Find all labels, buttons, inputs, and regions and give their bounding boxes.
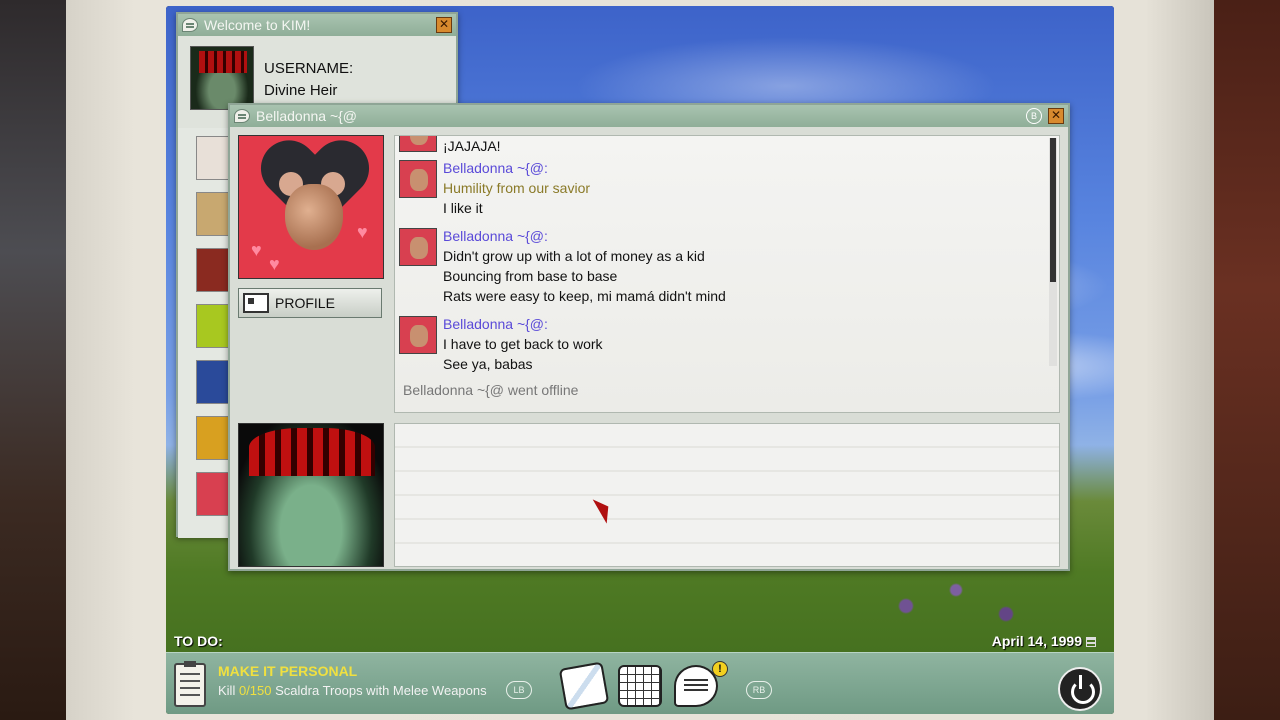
contact-avatar-7[interactable] xyxy=(196,472,230,516)
message-history[interactable]: ¡JAJAJA! Belladonna ~{@: Humility from o… xyxy=(394,135,1060,413)
message-sender: Belladonna ~{@: xyxy=(443,160,548,176)
message-line: Rats were easy to keep, mi mamá didn't m… xyxy=(443,288,726,304)
contact-avatar-large: ♥ ♥ ♥ xyxy=(238,135,384,279)
chat-window-title: Belladonna ~{@ xyxy=(256,108,358,124)
chat-close-button[interactable]: ✕ xyxy=(1048,108,1064,124)
calendar-icon[interactable] xyxy=(618,665,662,707)
small-heart-icon: ♥ xyxy=(269,254,280,274)
chat-bubble-icon xyxy=(182,18,198,32)
date-text: April 14, 1999 xyxy=(991,633,1082,649)
contact-avatar-3[interactable] xyxy=(196,248,230,292)
calendar-small-icon xyxy=(1086,637,1096,648)
message-sender: Belladonna ~{@: xyxy=(443,228,548,244)
kim-close-button[interactable]: ✕ xyxy=(436,17,452,33)
map-icon[interactable] xyxy=(558,661,610,711)
power-icon[interactable] xyxy=(1058,667,1102,711)
lb-button[interactable]: LB xyxy=(506,681,532,699)
chat-window: Belladonna ~{@ B ✕ ♥ ♥ ♥ PROFILE ¡JAJAJA… xyxy=(228,103,1070,571)
username-value: Divine Heir xyxy=(264,82,338,99)
room-right-background xyxy=(1210,0,1280,720)
notification-badge: ! xyxy=(712,661,728,677)
message-sender: Belladonna ~{@: xyxy=(443,316,548,332)
room-left-background xyxy=(0,0,70,720)
contact-avatar-6[interactable] xyxy=(196,416,230,460)
quest-title: MAKE IT PERSONAL xyxy=(218,663,358,679)
quest-suffix: Scaldra Troops with Melee Weapons xyxy=(275,683,487,698)
user-avatar[interactable] xyxy=(190,46,254,110)
offline-status: Belladonna ~{@ went offline xyxy=(403,382,579,398)
monitor-screen: Welcome to KIM! ✕ USERNAME: Divine Heir … xyxy=(166,6,1114,714)
username-label: USERNAME: xyxy=(264,60,354,77)
my-avatar xyxy=(238,423,384,567)
message-line: I like it xyxy=(443,200,483,216)
todo-label: TO DO: xyxy=(174,633,223,649)
contact-avatar-5[interactable] xyxy=(196,360,230,404)
contact-avatar-4[interactable] xyxy=(196,304,230,348)
message-line: ¡JAJAJA! xyxy=(443,138,501,154)
message-input[interactable] xyxy=(394,423,1060,567)
contact-avatar-2[interactable] xyxy=(196,192,230,236)
small-heart-icon: ♥ xyxy=(251,240,262,260)
quest-prefix: Kill xyxy=(218,683,236,698)
chat-titlebar[interactable]: Belladonna ~{@ B ✕ xyxy=(230,105,1068,127)
message-line: I have to get back to work xyxy=(443,336,603,352)
date-display: April 14, 1999 xyxy=(992,633,1096,649)
contact-avatar-1[interactable] xyxy=(196,136,230,180)
message-avatar xyxy=(399,160,437,198)
message-avatar xyxy=(399,228,437,266)
message-avatar xyxy=(399,316,437,354)
kim-window-title: Welcome to KIM! xyxy=(204,17,311,33)
profile-label: PROFILE xyxy=(275,295,335,311)
quest-description: Kill 0/150 Scaldra Troops with Melee Wea… xyxy=(218,683,487,698)
taskbar: MAKE IT PERSONAL Kill 0/150 Scaldra Troo… xyxy=(166,652,1114,714)
profile-button[interactable]: PROFILE xyxy=(238,288,382,318)
b-button-badge[interactable]: B xyxy=(1026,108,1042,124)
rat-image xyxy=(285,184,343,250)
quest-progress: 0/150 xyxy=(238,683,272,698)
rb-button[interactable]: RB xyxy=(746,681,772,699)
clipboard-icon[interactable] xyxy=(174,661,206,707)
kim-titlebar[interactable]: Welcome to KIM! ✕ xyxy=(178,14,456,36)
id-card-icon xyxy=(243,293,269,313)
message-line: Humility from our savior xyxy=(443,180,591,196)
scrollbar-thumb[interactable] xyxy=(1050,138,1056,282)
contact-list xyxy=(178,128,230,538)
scrollbar[interactable] xyxy=(1049,138,1057,366)
small-heart-icon: ♥ xyxy=(357,222,368,242)
message-line: See ya, babas xyxy=(443,356,533,372)
message-avatar xyxy=(399,136,437,152)
message-line: Bouncing from base to base xyxy=(443,268,618,284)
message-line: Didn't grow up with a lot of money as a … xyxy=(443,248,705,264)
chat-bubble-icon xyxy=(234,109,250,123)
